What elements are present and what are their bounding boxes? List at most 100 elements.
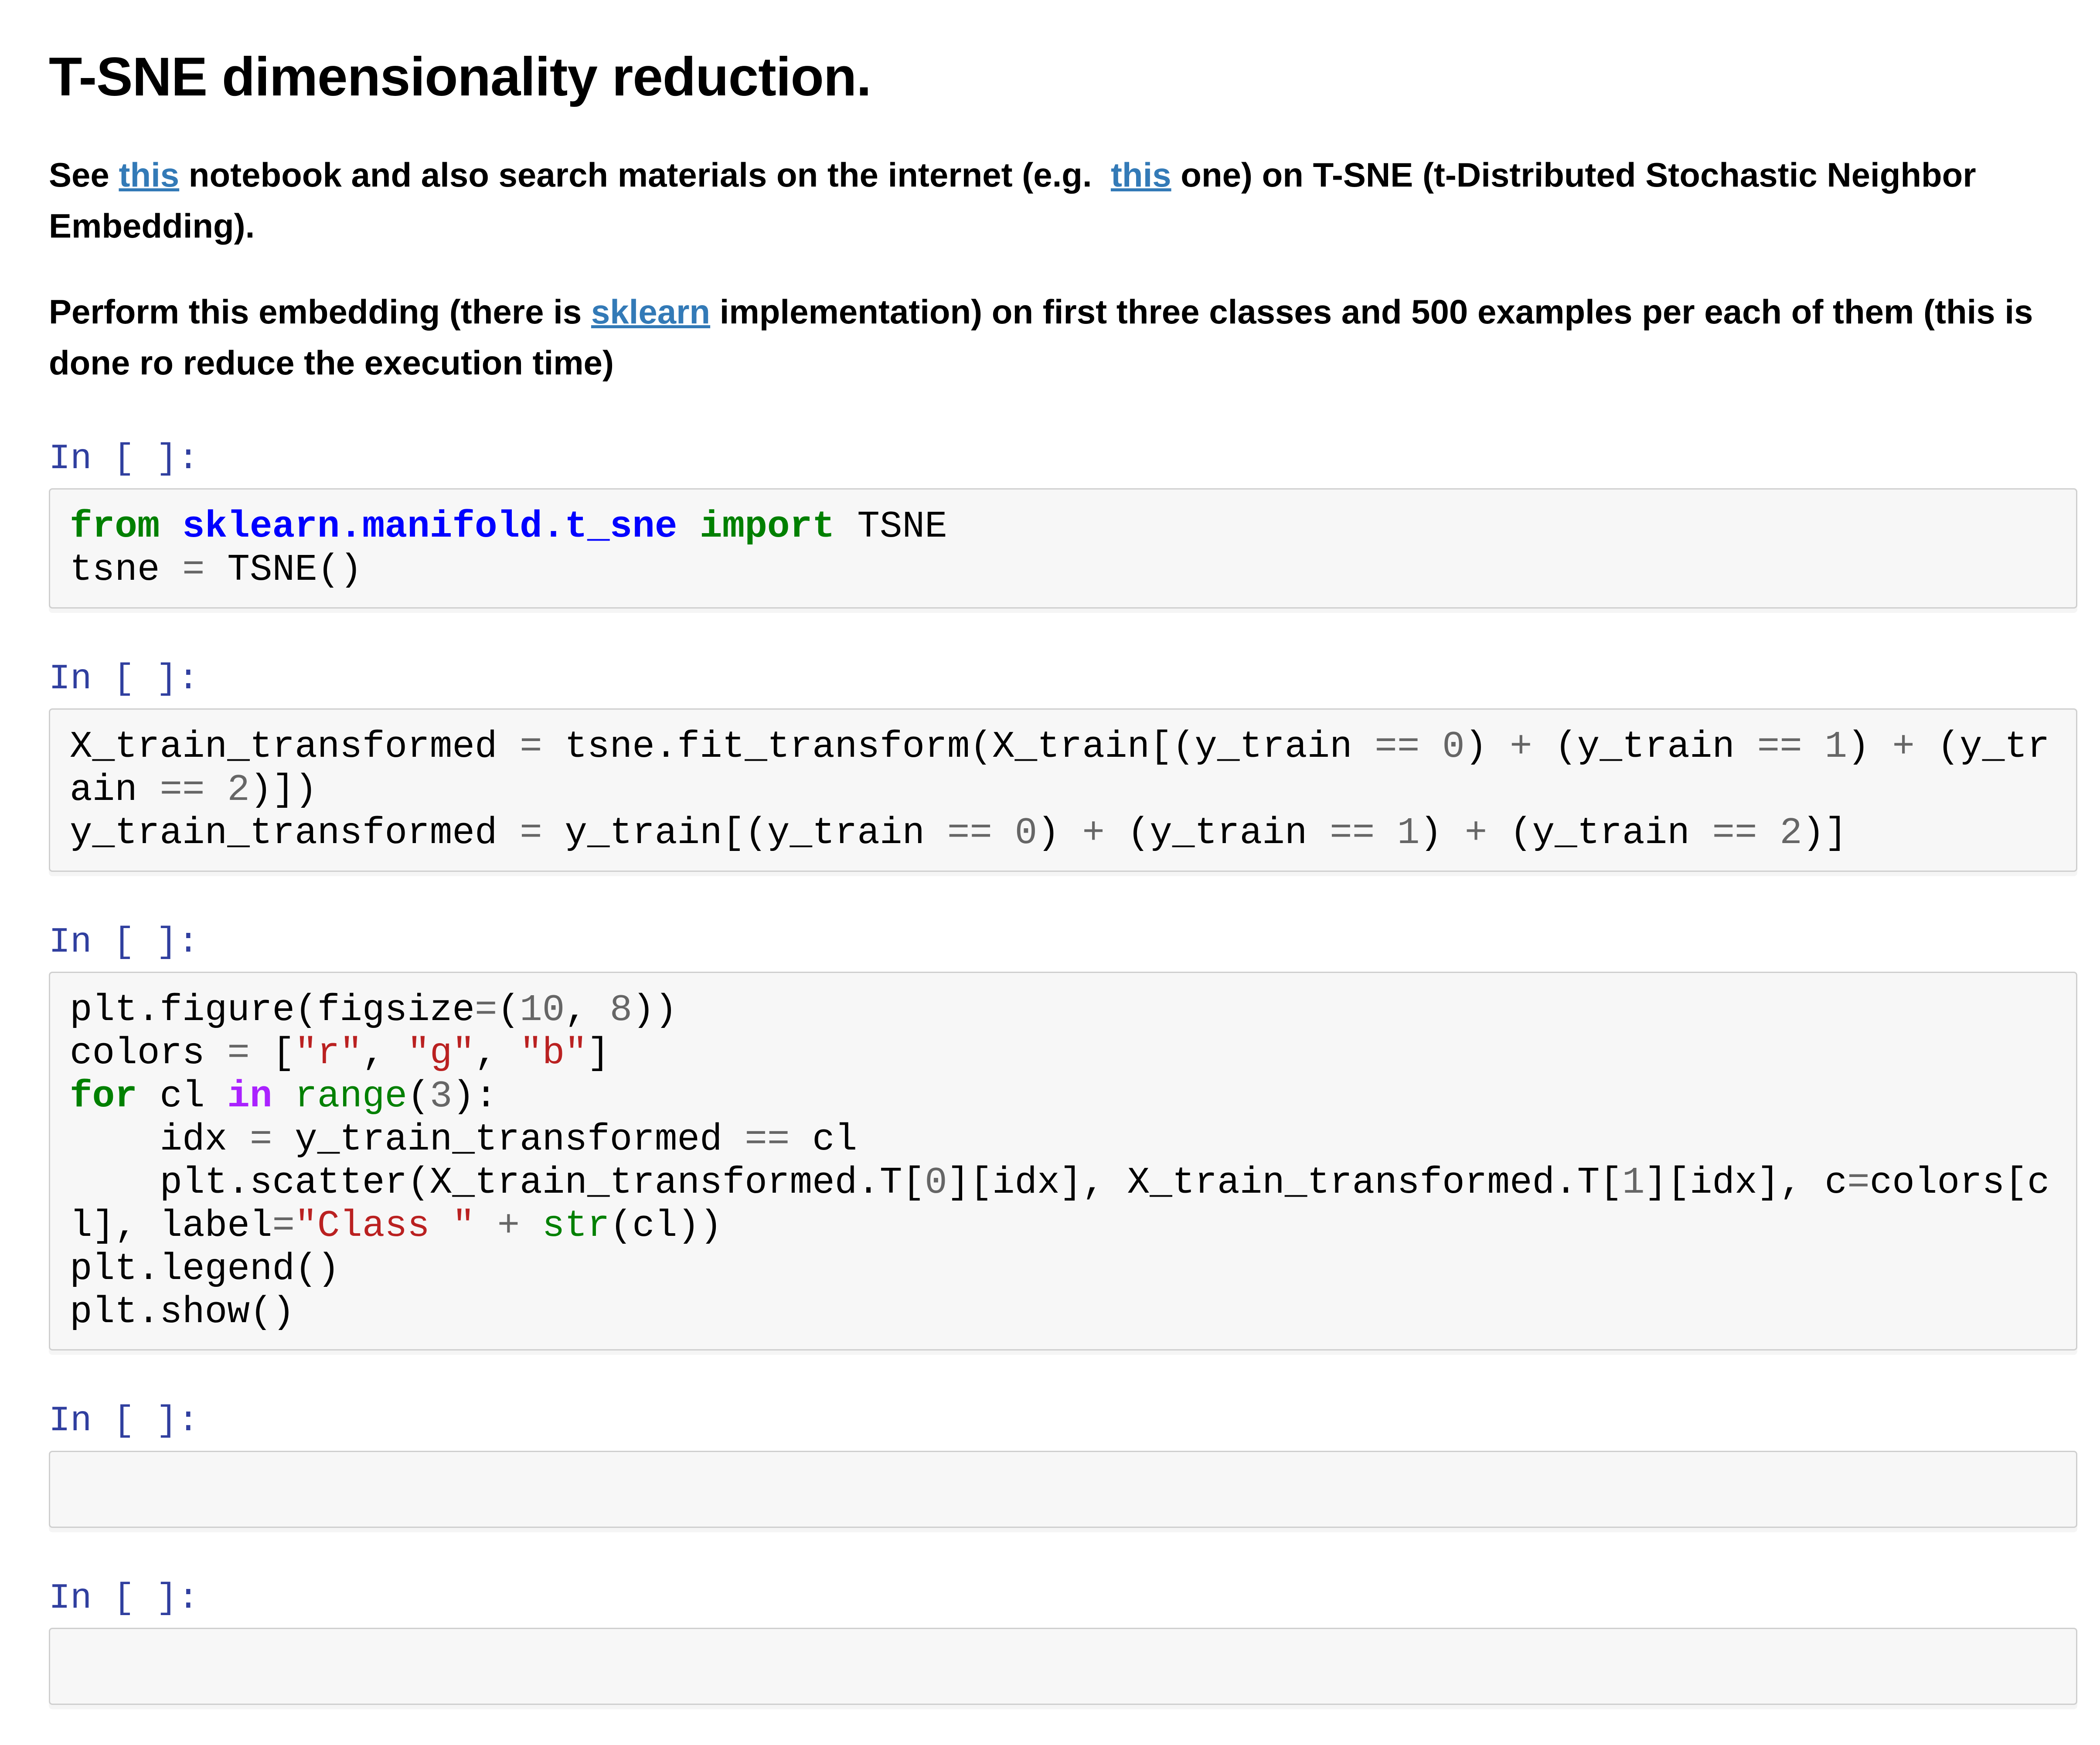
input-prompt: In [ ]: — [49, 439, 2077, 480]
code-token-k: from — [70, 505, 160, 548]
code-token-o: + — [497, 1204, 520, 1247]
code-token: y_train[(y_train — [542, 812, 947, 854]
code-block: from sklearn.manifold.t_sne import TSNE … — [70, 505, 2056, 592]
code-token-k: import — [700, 505, 835, 548]
code-token: ) — [1420, 812, 1465, 854]
markdown-paragraph: See this notebook and also search materi… — [49, 150, 2077, 252]
code-block: X_train_transformed = tsne.fit_transform… — [70, 725, 2056, 855]
code-token — [475, 1204, 497, 1247]
code-token: )) — [632, 989, 677, 1031]
code-token: plt.legend() — [70, 1248, 340, 1290]
paragraph-text: Perform this embedding (there is — [49, 293, 591, 331]
code-token — [992, 812, 1015, 854]
code-token-m: 1 — [1824, 725, 1847, 768]
code-block — [70, 1468, 2056, 1511]
notebook-page: T-SNE dimensionality reduction. See this… — [0, 0, 2100, 1705]
code-token-nn: sklearn.manifold.t_sne — [182, 505, 677, 548]
inline-link[interactable]: this — [119, 156, 179, 194]
notebook-cell: In [ ]: from sklearn.manifold.t_sne impor… — [49, 439, 2077, 609]
inline-link[interactable]: this — [1111, 156, 1171, 194]
code-token: ) — [1847, 725, 1892, 768]
code-token-o: == — [1330, 812, 1375, 854]
code-token: plt.show() — [70, 1291, 295, 1333]
code-token-k: for — [70, 1075, 137, 1118]
code-token-o: = — [520, 725, 542, 768]
code-token-o: + — [1892, 725, 1915, 768]
code-token: ) — [1465, 725, 1510, 768]
code-token — [205, 769, 228, 811]
code-token-s: "b" — [520, 1032, 587, 1075]
code-token — [1802, 725, 1825, 768]
code-token-o: = — [520, 812, 542, 854]
code-token-o: + — [1510, 725, 1532, 768]
code-token-o: == — [1757, 725, 1802, 768]
markdown-section: See this notebook and also search materi… — [49, 150, 2077, 388]
notebook-cell: In [ ]: — [49, 1401, 2077, 1527]
input-prompt: In [ ]: — [49, 659, 2077, 700]
code-token: X_train_transformed — [70, 725, 520, 768]
page-title: T-SNE dimensionality reduction. — [49, 46, 2077, 108]
input-prompt: In [ ]: — [49, 1401, 2077, 1442]
code-token-m: 8 — [610, 989, 633, 1031]
code-token-o: = — [475, 989, 497, 1031]
code-token — [160, 505, 182, 548]
code-token — [520, 1204, 542, 1247]
code-token: tsne — [70, 548, 182, 591]
code-token: , — [565, 989, 609, 1031]
code-token-nb: range — [295, 1075, 407, 1118]
code-token: ): — [452, 1075, 497, 1118]
code-token: ( — [497, 989, 520, 1031]
code-token-m: 0 — [1015, 812, 1038, 854]
code-token: ] — [587, 1032, 610, 1075]
code-token: TSNE — [835, 505, 947, 548]
code-token — [1375, 812, 1397, 854]
code-token: tsne.fit_transform(X_train[(y_train — [542, 725, 1375, 768]
code-block — [70, 1645, 2056, 1688]
code-token: [ — [250, 1032, 295, 1075]
code-token-m: 0 — [1442, 725, 1465, 768]
code-token-o: = — [272, 1204, 295, 1247]
code-token-o: + — [1465, 812, 1487, 854]
code-token-s: "r" — [295, 1032, 362, 1075]
code-token-o: == — [745, 1118, 790, 1161]
code-token — [1757, 812, 1780, 854]
code-token: cl — [137, 1075, 227, 1118]
code-token-m: 2 — [1780, 812, 1802, 854]
code-token: , — [475, 1032, 520, 1075]
code-token-m: 3 — [430, 1075, 453, 1118]
code-token-o: == — [947, 812, 992, 854]
input-prompt: In [ ]: — [49, 1578, 2077, 1619]
code-token-m: 1 — [1622, 1161, 1645, 1204]
code-token — [1420, 725, 1443, 768]
code-token-nb: str — [542, 1204, 610, 1247]
code-input-area: X_train_transformed = tsne.fit_transform… — [49, 708, 2077, 872]
code-input-area — [49, 1628, 2077, 1705]
code-token-o: == — [1375, 725, 1419, 768]
code-token-s: "Class " — [295, 1204, 475, 1247]
code-token-o: + — [1082, 812, 1105, 854]
code-input-area — [49, 1451, 2077, 1528]
code-input-area: from sklearn.manifold.t_sne import TSNE … — [49, 488, 2077, 609]
code-token-m: 2 — [227, 769, 250, 811]
code-token: (y_train — [1532, 725, 1757, 768]
code-token: (cl)) — [610, 1204, 722, 1247]
code-token-m: 0 — [925, 1161, 947, 1204]
inline-link[interactable]: sklearn — [591, 293, 710, 331]
code-token: plt.figure(figsize — [70, 989, 475, 1031]
input-prompt: In [ ]: — [49, 922, 2077, 963]
code-token — [272, 1075, 295, 1118]
paragraph-text: See — [49, 156, 119, 194]
code-token: ( — [407, 1075, 430, 1118]
code-token: (y_train — [1105, 812, 1330, 854]
code-token-o: = — [227, 1032, 250, 1075]
code-token: idx — [70, 1118, 250, 1161]
code-token-o: == — [1712, 812, 1757, 854]
code-token: ) — [1037, 812, 1082, 854]
code-token-m: 1 — [1397, 812, 1420, 854]
code-token: )] — [1802, 812, 1847, 854]
code-token-o: = — [1847, 1161, 1870, 1204]
code-token-o: == — [160, 769, 204, 811]
code-token-ow: in — [227, 1075, 272, 1118]
notebook-cell: In [ ]: — [49, 1578, 2077, 1705]
code-cells-section: In [ ]: from sklearn.manifold.t_sne impor… — [49, 439, 2077, 1705]
